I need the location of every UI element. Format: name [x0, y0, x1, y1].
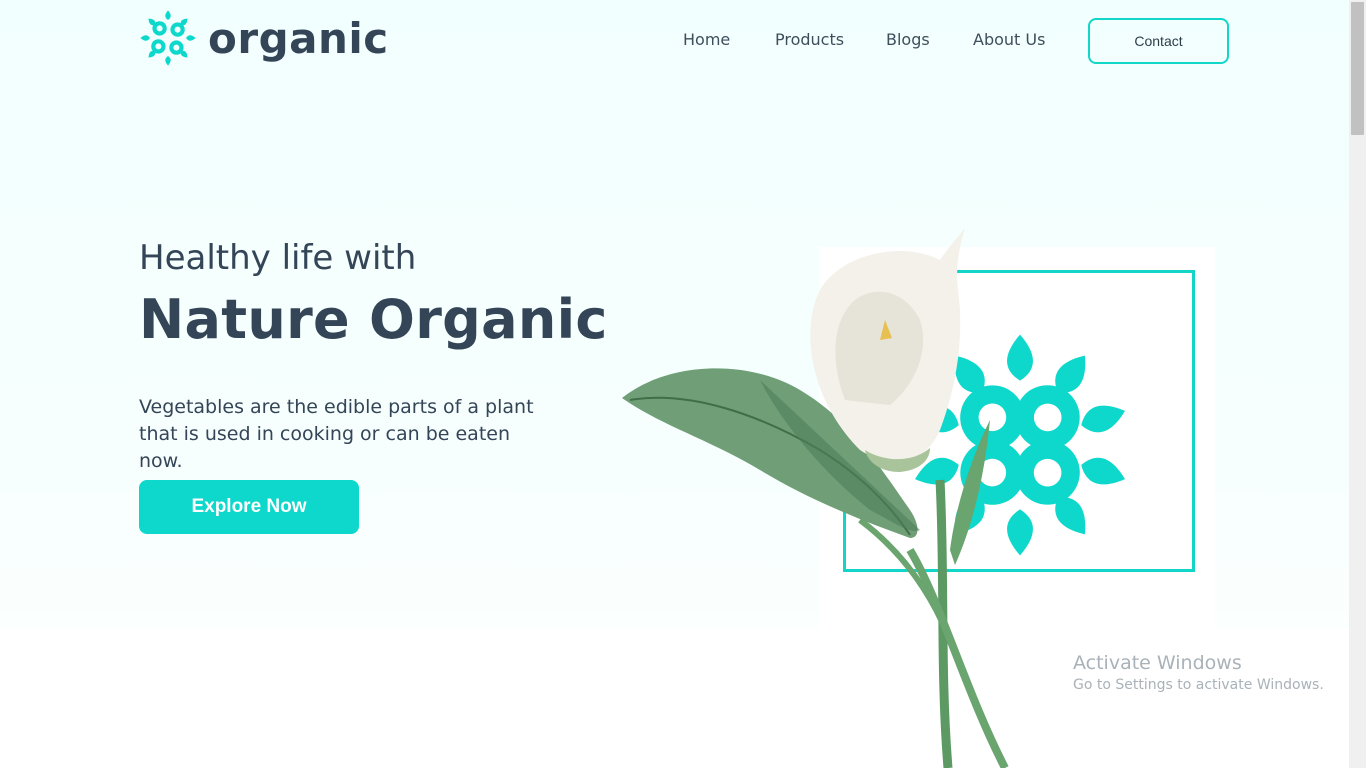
nav-item-products[interactable]: Products: [775, 30, 844, 49]
hero-subtitle: Healthy life with: [139, 238, 417, 278]
activate-windows-subtitle: Go to Settings to activate Windows.: [1073, 677, 1324, 693]
hero-title: Nature Organic: [139, 288, 608, 351]
activate-windows-title: Activate Windows: [1073, 652, 1242, 674]
calla-lily-flower: [622, 228, 1009, 768]
nav-item-about-us[interactable]: About Us: [973, 30, 1045, 49]
contact-button[interactable]: Contact: [1088, 18, 1229, 64]
hero-description: Vegetables are the edible parts of a pla…: [139, 396, 534, 472]
scrollbar-thumb[interactable]: [1351, 2, 1364, 135]
nav-item-blogs[interactable]: Blogs: [886, 30, 930, 49]
nav-item-home[interactable]: Home: [683, 30, 730, 49]
explore-now-button[interactable]: Explore Now: [139, 480, 359, 534]
